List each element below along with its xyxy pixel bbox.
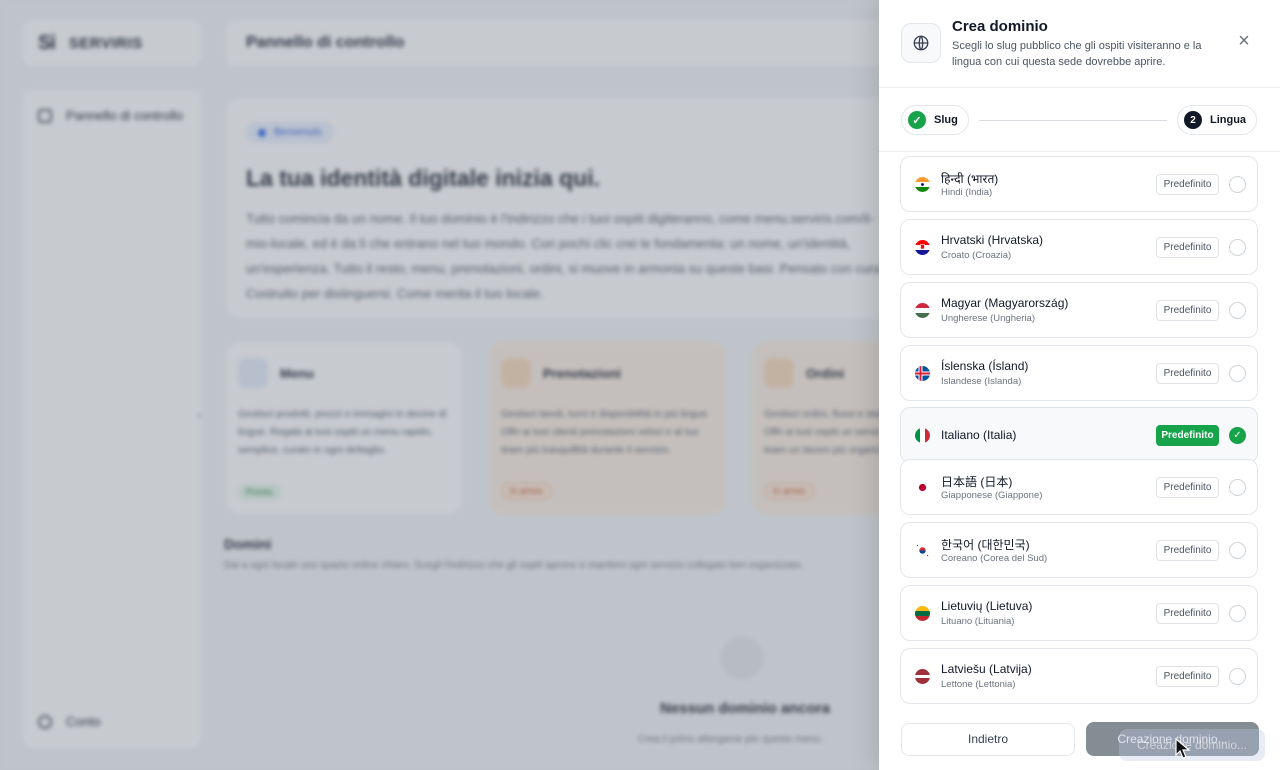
language-subtitle: Ungherese (Ungheria): [941, 313, 1035, 324]
flag-it-icon: [915, 428, 930, 443]
set-default-button[interactable]: Predefinito: [1156, 603, 1219, 624]
flag-is-icon: [915, 366, 930, 381]
language-option[interactable]: 日本語 (日本) Giapponese (Giappone) Predefinito: [900, 459, 1258, 515]
language-name: Latviešu (Latvija): [941, 662, 1032, 676]
flag-lt-icon: [915, 606, 930, 621]
radio-icon[interactable]: [1229, 668, 1246, 685]
radio-checked-icon[interactable]: ✓: [1229, 427, 1246, 444]
language-name: Íslenska (Ísland): [941, 359, 1029, 373]
set-default-button[interactable]: Predefinito: [1156, 300, 1219, 321]
language-option[interactable]: Latviešu (Latvija) Lettone (Lettonia) Pred…: [900, 648, 1258, 704]
drawer-header: Crea dominio Scegli lo slug pubblico che…: [879, 0, 1280, 88]
language-option[interactable]: Hrvatski (Hrvatska) Croato (Croazia) Prede…: [900, 219, 1258, 275]
radio-icon[interactable]: [1229, 302, 1246, 319]
modal-scrim[interactable]: [0, 0, 879, 770]
create-domain-button-ghost: Creazione dominio...: [1119, 729, 1265, 761]
globe-icon: [901, 23, 941, 63]
flag-in-icon: [915, 177, 930, 192]
language-option[interactable]: हिन्दी (भारत) Hindi (India) Predefinito: [900, 156, 1258, 212]
radio-icon[interactable]: [1229, 542, 1246, 559]
set-default-button[interactable]: Predefinito: [1156, 363, 1219, 384]
language-name: 日本語 (日本): [941, 475, 1013, 489]
radio-icon[interactable]: [1229, 605, 1246, 622]
language-subtitle: Hindi (India): [941, 187, 993, 198]
step-label: Slug: [934, 114, 958, 126]
language-option[interactable]: Magyar (Magyarország) Ungherese (Ungheria…: [900, 282, 1258, 338]
radio-icon[interactable]: [1229, 365, 1246, 382]
back-button[interactable]: Indietro: [901, 723, 1075, 756]
mouse-cursor-icon: [1175, 738, 1191, 759]
step-label: Lingua: [1210, 114, 1247, 126]
check-icon: ✓: [908, 111, 926, 129]
language-option[interactable]: 한국어 (대한민국) Coreano (Corea del Sud) Predefi…: [900, 522, 1258, 578]
create-domain-drawer: Crea dominio Scegli lo slug pubblico che…: [879, 0, 1280, 770]
flag-hr-icon: [915, 240, 930, 255]
step-language[interactable]: 2 Lingua: [1177, 105, 1258, 135]
language-name: Hrvatski (Hrvatska): [941, 233, 1044, 247]
radio-icon[interactable]: [1229, 479, 1246, 496]
language-subtitle: Coreano (Corea del Sud): [941, 553, 1048, 564]
set-default-button[interactable]: Predefinito: [1156, 666, 1219, 687]
set-default-button[interactable]: Predefinito: [1156, 237, 1219, 258]
language-name: Italiano (Italia): [941, 428, 1017, 442]
close-icon[interactable]: ×: [1233, 30, 1255, 52]
language-subtitle: Lituano (Lituania): [941, 616, 1015, 627]
language-option[interactable]: Lietuvių (Lietuva) Lituano (Lituania) Pred…: [900, 585, 1258, 641]
stepper: ✓ Slug 2 Lingua: [879, 88, 1280, 152]
drawer-subtitle: Scegli lo slug pubblico che gli ospiti v…: [952, 40, 1202, 68]
drawer-footer: Indietro Creazione dominio... Creazione …: [879, 708, 1280, 770]
language-name: Magyar (Magyarország): [941, 296, 1069, 310]
language-subtitle: Giapponese (Giappone): [941, 490, 1043, 501]
flag-lv-icon: [915, 669, 930, 684]
language-subtitle: Lettone (Lettonia): [941, 679, 1016, 690]
flag-hu-icon: [915, 303, 930, 318]
radio-icon[interactable]: [1229, 239, 1246, 256]
step-slug[interactable]: ✓ Slug: [901, 105, 969, 135]
language-option[interactable]: Italiano (Italia) Predefinito ✓: [900, 407, 1258, 463]
set-default-button[interactable]: Predefinito: [1156, 425, 1219, 446]
set-default-button[interactable]: Predefinito: [1156, 174, 1219, 195]
drawer-title: Crea dominio: [952, 18, 1048, 35]
language-list[interactable]: हिन्दी (भारत) Hindi (India) Predefinito Hrv…: [900, 156, 1260, 708]
language-subtitle: Croato (Croazia): [941, 250, 1012, 261]
flag-jp-icon: [915, 480, 930, 495]
language-subtitle: Islandese (Islanda): [941, 376, 1022, 387]
language-name: हिन्दी (भारत): [941, 172, 999, 186]
language-name: 한국어 (대한민국): [941, 538, 1030, 552]
step-number: 2: [1184, 111, 1202, 129]
step-connector: [979, 120, 1167, 121]
language-option[interactable]: Íslenska (Ísland) Islandese (Islanda) Pred…: [900, 345, 1258, 401]
set-default-button[interactable]: Predefinito: [1156, 540, 1219, 561]
radio-icon[interactable]: [1229, 176, 1246, 193]
set-default-button[interactable]: Predefinito: [1156, 477, 1219, 498]
flag-kr-icon: [915, 543, 930, 558]
language-name: Lietuvių (Lietuva): [941, 599, 1033, 613]
